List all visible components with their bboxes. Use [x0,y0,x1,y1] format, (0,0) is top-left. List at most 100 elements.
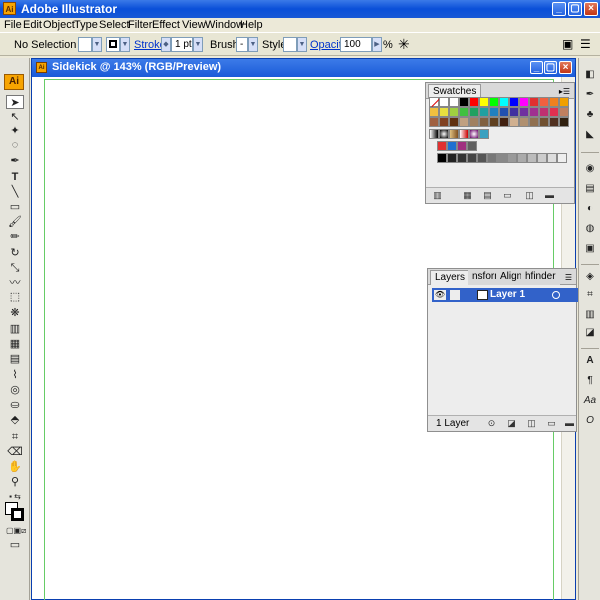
type-tool-icon[interactable]: T [6,170,24,184]
gradient-tool-icon[interactable]: ▤ [6,352,24,366]
swatch-none[interactable] [429,97,441,108]
make-clipping-mask-icon[interactable]: ◪ [506,418,517,428]
swatch[interactable] [519,97,529,107]
swatch[interactable] [499,117,509,127]
swatch[interactable] [479,117,489,127]
pen-tool-icon[interactable]: ✒ [6,154,24,168]
swatch[interactable] [509,107,519,117]
swatch[interactable] [489,97,499,107]
paragraph-panel-icon[interactable]: ¶ [583,374,597,388]
brushes-panel-icon[interactable]: ✒ [583,88,597,102]
new-layer-icon[interactable]: ▭ [546,418,557,428]
stroke-weight-dropdown[interactable]: ▼ [193,37,203,52]
swatch-libraries-icon[interactable]: ▥ [432,190,443,200]
swatch[interactable] [547,153,557,163]
stroke-color-box[interactable] [106,37,120,52]
swatch-gradient[interactable] [429,129,439,139]
swatch[interactable] [557,153,567,163]
fill-dropdown[interactable]: ▼ [92,37,102,52]
swatch[interactable] [539,117,549,127]
swatch[interactable] [449,97,459,107]
minimize-icon[interactable]: _ [552,2,566,16]
swatch[interactable] [519,107,529,117]
menu-view[interactable]: View [182,19,206,31]
swatch[interactable] [479,107,489,117]
swatch[interactable] [467,141,477,151]
free-transform-tool-icon[interactable]: ⬚ [6,290,24,304]
stroke-swatch[interactable] [11,508,24,521]
layer-row[interactable]: 👁 Layer 1 [432,288,582,302]
opacity-input[interactable]: 100 [340,37,372,52]
swatch[interactable] [499,107,509,117]
locate-object-icon[interactable]: ⊙ [486,418,497,428]
blend-tool-icon[interactable]: ◎ [6,383,24,397]
swatch[interactable] [509,97,519,107]
swatch[interactable] [559,117,569,127]
swatch[interactable] [469,107,479,117]
swatch[interactable] [539,107,549,117]
doc-close-icon[interactable]: × [559,61,572,74]
swatch[interactable] [449,107,459,117]
delete-layer-icon[interactable]: ▬ [564,418,575,428]
swatch-gradient[interactable] [449,129,459,139]
swatch[interactable] [529,97,539,107]
swatch-gradient[interactable] [439,129,449,139]
swatch[interactable] [447,141,457,151]
brush-input[interactable]: - [236,37,248,52]
swatch[interactable] [537,153,547,163]
new-sublayer-icon[interactable]: ◫ [526,418,537,428]
swatch[interactable] [449,117,459,127]
swatch[interactable] [429,107,439,117]
layer-name[interactable]: Layer 1 [490,289,525,300]
character-styles-icon[interactable]: Aa [583,394,597,408]
opentype-panel-icon[interactable]: O [583,414,597,428]
hand-tool-icon[interactable]: ✋ [6,460,24,474]
style-dropdown[interactable]: ▼ [297,37,307,52]
crop-area-tool-icon[interactable]: ⌗ [6,430,24,444]
doc-maximize-icon[interactable]: ▢ [544,61,557,74]
show-swatch-kinds-icon[interactable]: ▦ [462,190,473,200]
swatch[interactable] [517,153,527,163]
menu-object[interactable]: Object [43,19,75,31]
scale-tool-icon[interactable]: ⤡ [6,261,24,275]
pathfinder-panel-icon[interactable]: ◪ [583,326,597,340]
artboard-panel-icon[interactable]: ⌗ [583,288,597,302]
menu-help[interactable]: Help [240,19,263,31]
stroke-color-dropdown[interactable]: ▼ [120,37,130,52]
eye-icon[interactable]: 👁 [434,290,446,300]
gradient-panel-icon[interactable]: ▤ [583,182,597,196]
swatch[interactable] [469,117,479,127]
swatch[interactable] [559,107,569,117]
swatch[interactable] [549,117,559,127]
symbol-sprayer-tool-icon[interactable]: ❋ [6,306,24,320]
line-tool-icon[interactable]: ╲ [6,185,24,199]
swatch[interactable] [447,153,457,163]
swatch[interactable] [459,117,469,127]
paintbrush-tool-icon[interactable]: 🖌 [6,215,24,229]
panel-options-icon[interactable]: ☰ [580,37,591,51]
panel-menu-icon[interactable]: ☰ [565,273,572,282]
live-paint-bucket-tool-icon[interactable]: ⛀ [6,398,24,412]
swatch[interactable] [507,153,517,163]
menu-filter[interactable]: Filter [128,19,152,31]
stroke-panel-icon[interactable]: ◉ [583,162,597,176]
swatch[interactable] [509,117,519,127]
menu-effect[interactable]: Effect [152,19,180,31]
swatch[interactable] [497,153,507,163]
swatch-gradient[interactable] [459,129,469,139]
swatch[interactable] [489,117,499,127]
swatch[interactable] [439,117,449,127]
swatch[interactable] [489,107,499,117]
warp-tool-icon[interactable]: 〰 [6,276,24,290]
delete-swatch-icon[interactable]: ▬ [544,190,555,200]
lasso-tool-icon[interactable]: ◌ [6,138,24,152]
swatch[interactable] [559,97,569,107]
transparency-panel-icon[interactable]: ◐ [583,202,597,216]
stroke-weight-stepper[interactable]: ◆ [161,37,171,52]
swatch[interactable] [479,97,489,107]
menu-window[interactable]: Window [205,19,244,31]
document-titlebar[interactable]: Ai Sidekick @ 143% (RGB/Preview) _ ▢ × [32,59,575,77]
document-setup-icon[interactable]: ▣ [562,37,573,51]
tab-pathfinder[interactable]: hfinder [521,270,560,285]
swatch-registration[interactable] [439,97,449,107]
